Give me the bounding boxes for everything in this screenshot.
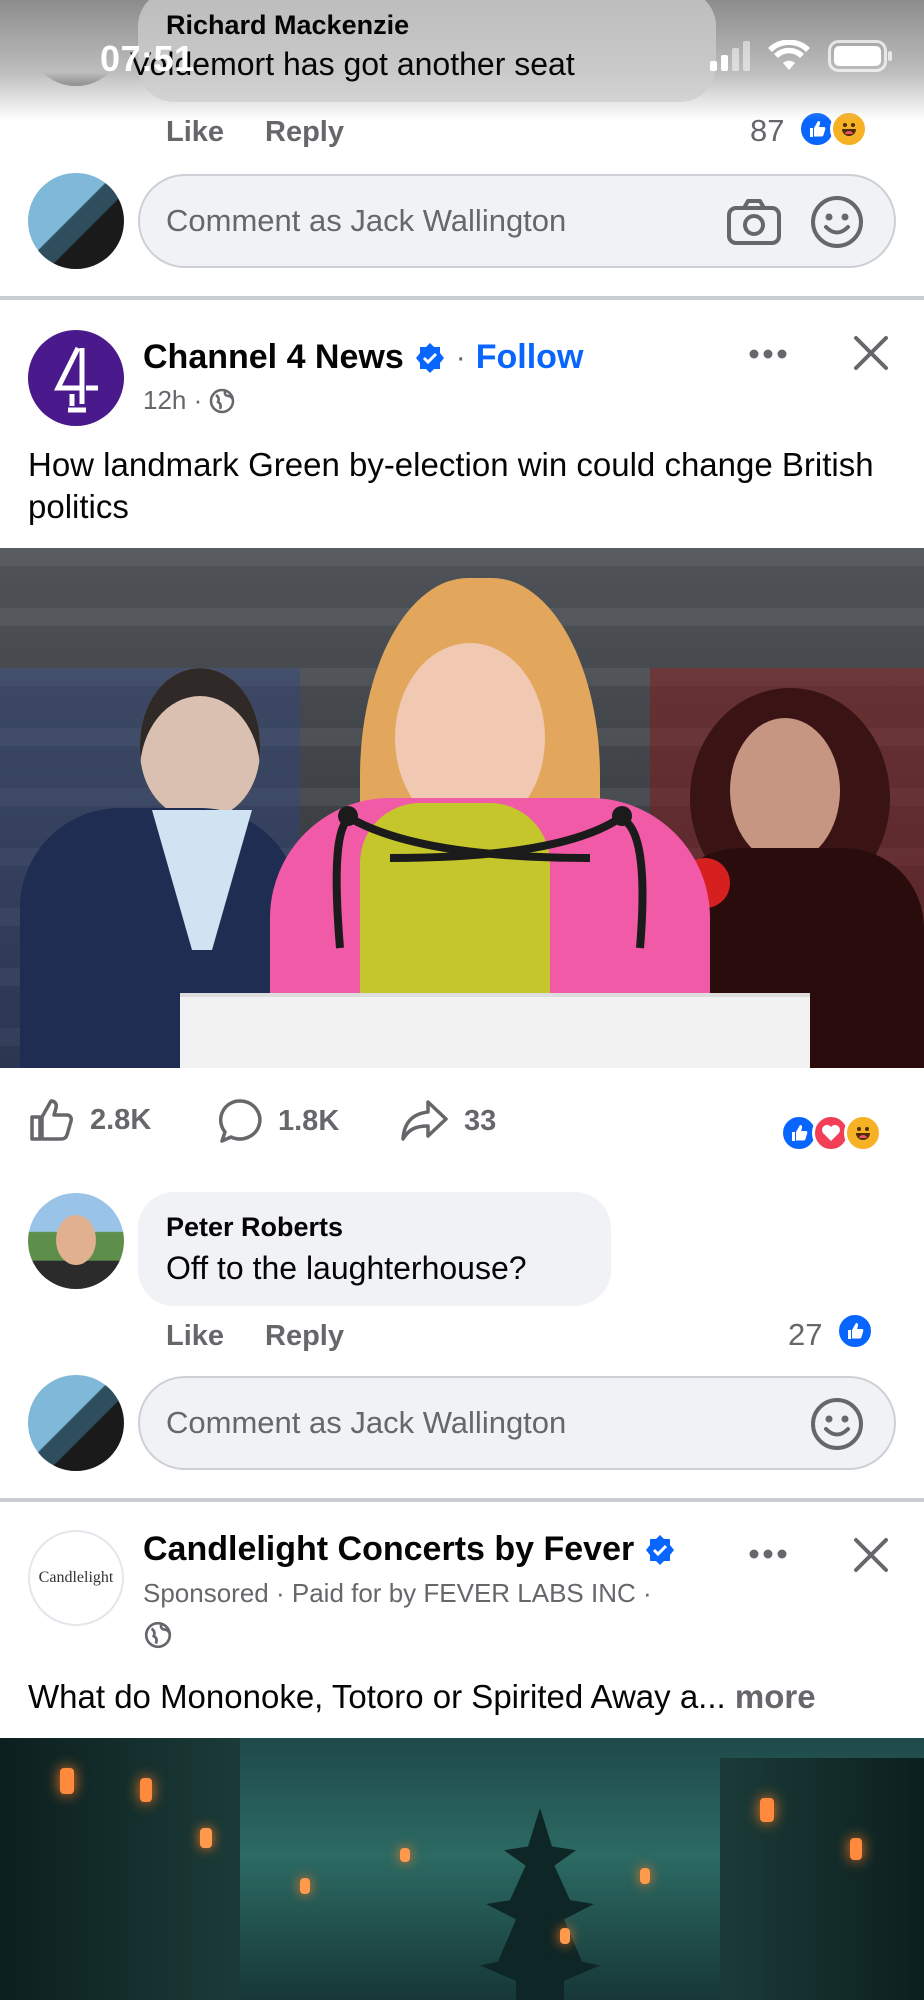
comment-bubble — [138, 1192, 611, 1306]
lantern — [560, 1928, 570, 1944]
comment-input[interactable]: Comment as Jack Wallington — [138, 174, 896, 268]
commenter-avatar[interactable] — [28, 1193, 124, 1289]
comment-placeholder: Comment as Jack Wallington — [166, 1405, 567, 1440]
comment-input[interactable]: Comment as Jack Wallington — [138, 1376, 896, 1470]
candlelight-logo-text: Candlelight — [38, 1569, 114, 1586]
person-left-head — [140, 668, 260, 818]
more-options-icon[interactable] — [748, 342, 788, 366]
comment-button[interactable]: 1.8K — [218, 1098, 339, 1144]
post-image[interactable] — [0, 548, 924, 1068]
ad-text: What do Mononoke, Totoro or Spirited Awa… — [28, 1678, 726, 1715]
verified-icon — [646, 1534, 675, 1565]
post-meta: 12h · — [143, 385, 236, 416]
like-icon — [30, 1099, 73, 1141]
reply-comment-button[interactable]: Reply — [265, 116, 344, 149]
page-name[interactable]: Channel 4 News — [143, 338, 404, 377]
lantern — [200, 1828, 212, 1848]
lantern — [60, 1768, 74, 1794]
comment-text: Off to the laughterhouse? — [166, 1250, 527, 1286]
comment-author[interactable]: Richard Mackenzie — [166, 10, 409, 41]
user-avatar[interactable] — [28, 173, 124, 269]
share-icon — [401, 1100, 448, 1141]
like-comment-button[interactable]: Like — [166, 116, 224, 149]
smiley-icon[interactable] — [810, 195, 864, 249]
post-time[interactable]: 12h · — [143, 385, 202, 416]
candlelight-logo[interactable]: Candlelight — [28, 1530, 124, 1626]
comment-text: Voldemort has got another seat — [130, 46, 575, 82]
page-name[interactable]: Candlelight Concerts by Fever — [143, 1530, 634, 1569]
channel4-logo[interactable] — [28, 330, 124, 426]
lantern — [640, 1868, 650, 1884]
see-more-link[interactable]: more — [735, 1678, 816, 1715]
lantern — [400, 1848, 410, 1862]
status-time: 07:51 — [100, 38, 195, 79]
comment-count: 1.8K — [278, 1104, 340, 1137]
commenter-face — [56, 1215, 96, 1265]
title-separator: · — [455, 340, 466, 374]
post-reactions[interactable] — [780, 1114, 882, 1152]
smiley-icon[interactable] — [810, 1397, 864, 1451]
like-comment-button[interactable]: Like — [166, 1320, 224, 1353]
close-icon[interactable] — [851, 333, 891, 373]
building-left — [0, 1738, 240, 2000]
globe-icon — [144, 1621, 172, 1649]
ad-image[interactable] — [0, 1738, 924, 2000]
share-count: 33 — [464, 1104, 497, 1137]
battery-icon — [828, 40, 892, 72]
lectern — [180, 993, 810, 1068]
verified-icon — [415, 342, 444, 373]
ad-text-row: What do Mononoke, Totoro or Spirited Awa… — [28, 1676, 816, 1718]
comment-placeholder: Comment as Jack Wallington — [166, 203, 567, 238]
like-count: 2.8K — [90, 1103, 152, 1136]
comment-reaction-count: 27 — [788, 1317, 823, 1352]
pagoda-silhouette — [480, 1808, 600, 2000]
lantern — [300, 1878, 310, 1894]
close-icon[interactable] — [851, 1535, 891, 1575]
camera-icon[interactable] — [726, 198, 782, 246]
person-right-face — [730, 718, 840, 863]
signal-icon — [710, 41, 750, 71]
haha-reaction-icon — [844, 1114, 882, 1152]
more-options-icon[interactable] — [748, 1542, 788, 1566]
globe-icon — [210, 388, 235, 413]
feed-divider — [0, 1498, 924, 1502]
lantern — [140, 1778, 152, 1802]
ad-header-title: Candlelight Concerts by Fever — [143, 1530, 676, 1569]
user-avatar[interactable] — [28, 1375, 124, 1471]
comment-author[interactable]: Peter Roberts — [166, 1212, 343, 1243]
feed-divider — [0, 296, 924, 300]
channel4-logo-icon — [53, 346, 98, 413]
lantern — [760, 1798, 774, 1822]
like-button[interactable]: 2.8K — [28, 1097, 151, 1143]
building-right — [720, 1758, 924, 2000]
microphones — [332, 806, 647, 949]
follow-button[interactable]: Follow — [476, 338, 584, 377]
post-header-title: Channel 4 News · Follow — [143, 338, 583, 377]
lantern — [850, 1838, 862, 1860]
wifi-icon — [768, 40, 810, 70]
ad-meta: Sponsored · Paid for by FEVER LABS INC · — [143, 1578, 652, 1608]
share-button[interactable]: 33 — [400, 1098, 496, 1144]
like-reaction-icon[interactable] — [836, 1312, 874, 1350]
reply-comment-button[interactable]: Reply — [265, 1320, 344, 1353]
comment-icon — [218, 1099, 262, 1143]
status-icons — [710, 40, 894, 72]
post-text: How landmark Green by-election win could… — [28, 446, 874, 525]
